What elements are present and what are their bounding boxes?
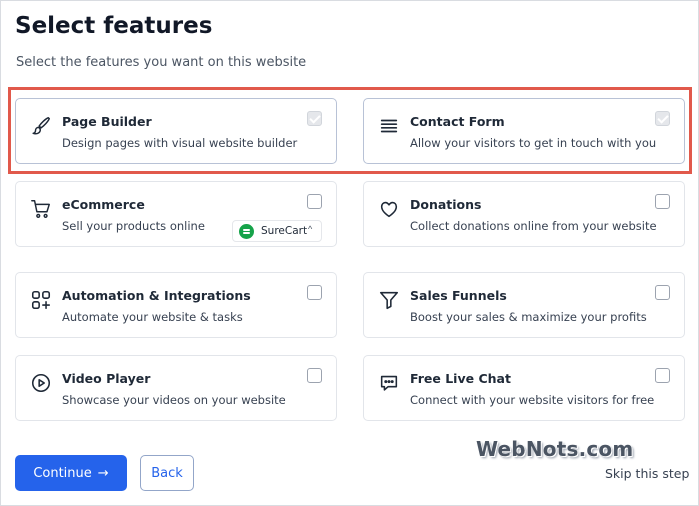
play-icon — [30, 372, 52, 394]
surecart-label: SureCart — [261, 225, 308, 237]
watermark-logo: WebNots.com — [476, 437, 634, 461]
feature-description: Collect donations online from your websi… — [410, 219, 657, 233]
page-subtitle: Select the features you want on this web… — [16, 55, 307, 70]
feature-card-live-chat[interactable]: Free Live Chat Connect with your website… — [363, 355, 685, 421]
continue-label: Continue — [33, 465, 92, 481]
feature-title: Automation & Integrations — [62, 288, 251, 303]
feature-description: Boost your sales & maximize your profits — [410, 310, 647, 324]
chat-icon — [378, 372, 400, 394]
feature-title: Sales Funnels — [410, 288, 507, 303]
heart-icon — [378, 198, 400, 220]
arrow-right-icon: → — [97, 465, 109, 481]
skip-step-link[interactable]: Skip this step — [605, 466, 689, 481]
highlight-box — [8, 87, 692, 174]
feature-description: Automate your website & tasks — [62, 310, 243, 324]
feature-card-donations[interactable]: Donations Collect donations online from … — [363, 181, 685, 247]
feature-description: Showcase your videos on your website — [62, 393, 286, 407]
feature-description: Sell your products online — [62, 219, 205, 233]
feature-checkbox[interactable] — [655, 368, 670, 383]
feature-title: eCommerce — [62, 197, 145, 212]
feature-card-ecommerce[interactable]: eCommerce Sell your products online Sure… — [15, 181, 337, 247]
feature-description: Connect with your website visitors for f… — [410, 393, 655, 407]
feature-checkbox[interactable] — [307, 194, 322, 209]
feature-title: Video Player — [62, 371, 151, 386]
feature-checkbox[interactable] — [307, 285, 322, 300]
feature-card-video-player[interactable]: Video Player Showcase your videos on you… — [15, 355, 337, 421]
chevron-up-icon: ^ — [308, 224, 313, 234]
apps-icon — [30, 289, 52, 311]
feature-title: Free Live Chat — [410, 371, 511, 386]
funnel-icon — [378, 289, 400, 311]
page-title: Select features — [15, 13, 213, 39]
surecart-logo-icon — [239, 224, 254, 239]
feature-checkbox[interactable] — [655, 285, 670, 300]
feature-card-sales-funnels[interactable]: Sales Funnels Boost your sales & maximiz… — [363, 272, 685, 338]
back-button[interactable]: Back — [140, 455, 194, 491]
feature-card-automation[interactable]: Automation & Integrations Automate your … — [15, 272, 337, 338]
cart-icon — [30, 198, 52, 220]
feature-checkbox[interactable] — [655, 194, 670, 209]
surecart-dropdown[interactable]: SureCart ^ — [232, 220, 322, 242]
page-frame — [0, 0, 699, 506]
feature-title: Donations — [410, 197, 482, 212]
feature-checkbox[interactable] — [307, 368, 322, 383]
continue-button[interactable]: Continue → — [15, 455, 127, 491]
